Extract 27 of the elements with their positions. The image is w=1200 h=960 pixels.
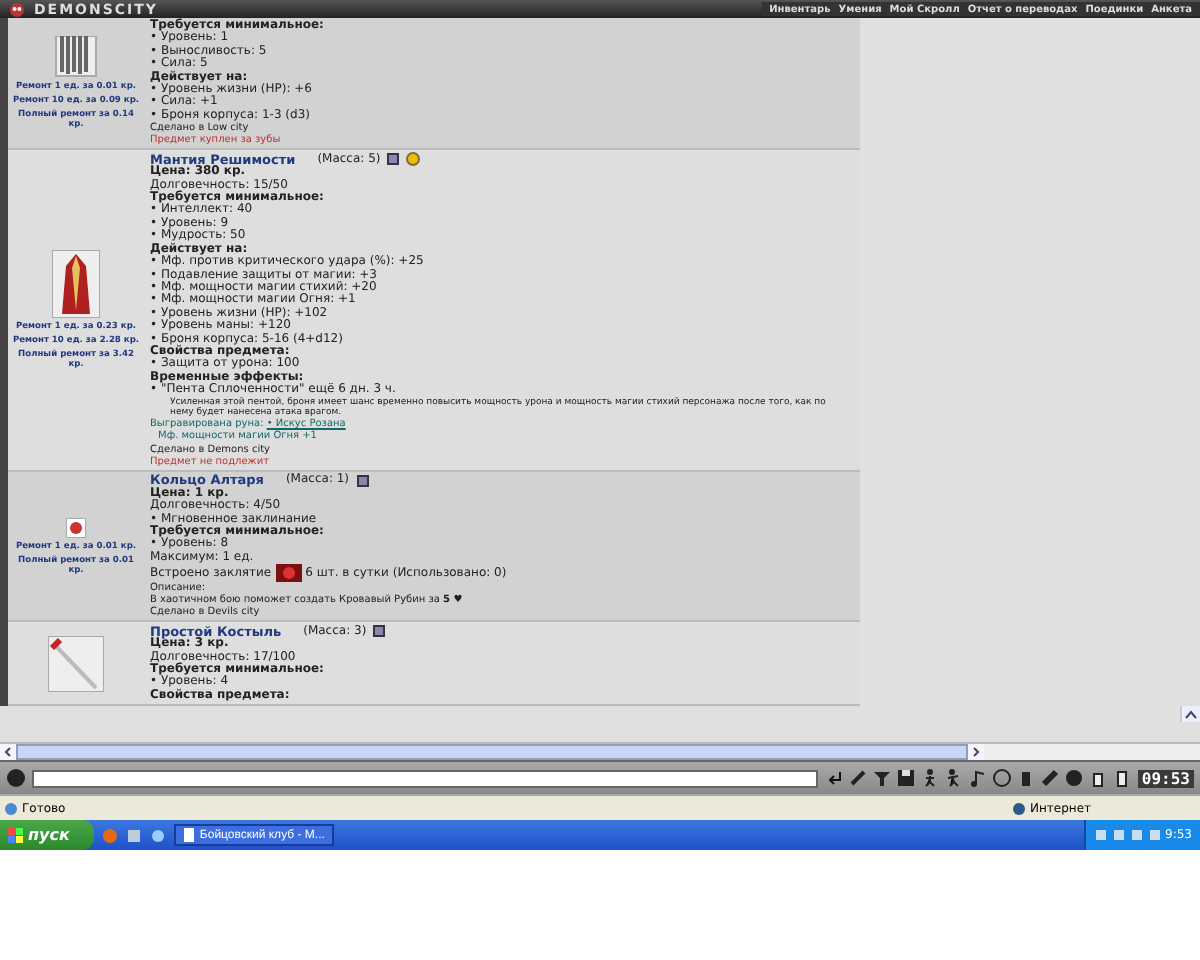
skull-logo-icon [8,1,26,17]
scroll-right-icon[interactable] [968,744,984,760]
spell-picture [275,564,302,583]
note-icon[interactable] [967,768,988,788]
save-icon[interactable] [895,768,916,788]
cube-icon [355,473,370,488]
robe-picture [52,250,100,319]
ring-picture [66,517,86,537]
cube-icon [372,624,387,639]
windows-logo-icon [8,827,24,843]
chat-input[interactable] [32,769,818,787]
crutch-picture [48,635,104,692]
enter-icon[interactable] [823,768,844,788]
striped-item-picture [52,36,100,79]
globe-icon [1012,801,1026,815]
page-icon [181,828,196,842]
explorer-icon[interactable] [149,827,166,843]
scroll-left-icon[interactable] [0,744,16,760]
cube-icon [386,152,401,167]
filter-icon[interactable] [871,768,892,788]
figure-icon[interactable] [943,768,964,788]
pen-icon[interactable] [847,768,868,788]
start-button[interactable]: пуск [0,820,94,850]
chat-clock: 09:53 [1137,769,1194,787]
desktop-icon[interactable] [125,827,142,843]
coin-icon [406,152,421,167]
page-icon [4,801,18,815]
